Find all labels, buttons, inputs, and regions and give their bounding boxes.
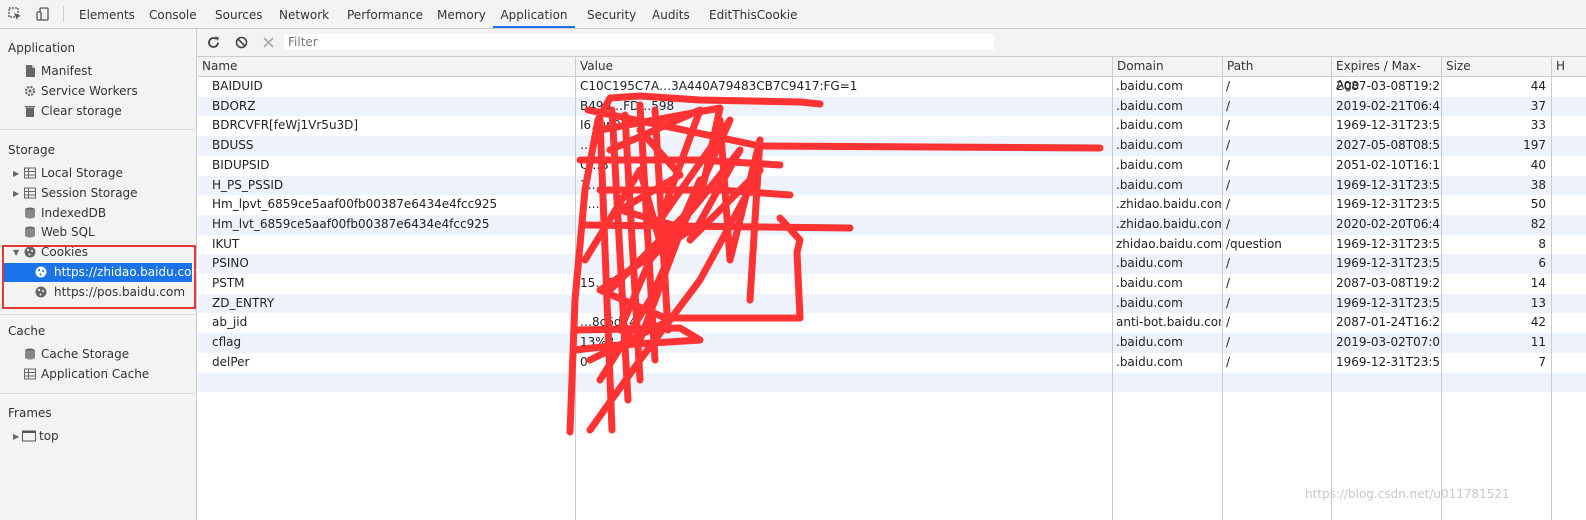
redaction-scribble bbox=[566, 92, 1104, 436]
watermark: https://blog.csdn.net/u011781521 bbox=[1305, 487, 1510, 501]
